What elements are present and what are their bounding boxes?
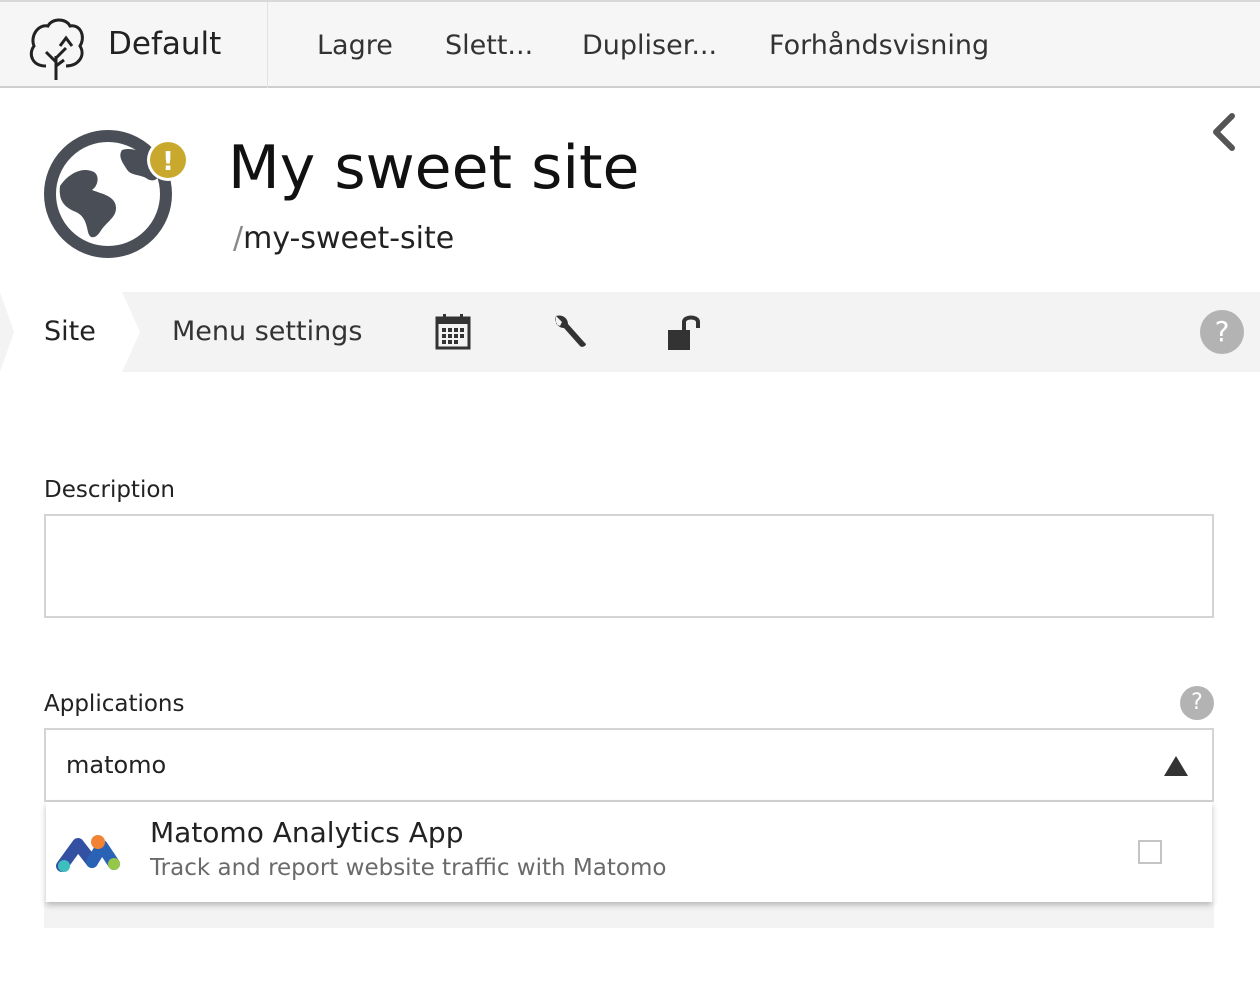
list-item[interactable]: Matomo Analytics App Track and report we… bbox=[46, 802, 1212, 902]
page-title: My sweet site bbox=[228, 133, 640, 203]
path-prefix: / bbox=[233, 221, 244, 256]
delete-button[interactable]: Slett... bbox=[445, 26, 533, 66]
tab-site-label: Site bbox=[44, 316, 96, 347]
dropdown-toggle-icon[interactable] bbox=[1164, 756, 1188, 776]
tree-logo-icon bbox=[29, 18, 84, 80]
duplicate-button[interactable]: Dupliser... bbox=[582, 26, 717, 66]
dropdown-shadow-strip bbox=[44, 902, 1214, 928]
tab-menu-settings[interactable]: Menu settings bbox=[172, 312, 362, 352]
site-globe-icon: ! bbox=[42, 128, 190, 260]
save-button[interactable]: Lagre bbox=[317, 26, 393, 66]
description-field[interactable] bbox=[44, 514, 1214, 618]
path-slug: my-sweet-site bbox=[243, 221, 455, 256]
warning-badge: ! bbox=[162, 147, 174, 177]
home-button[interactable]: Default bbox=[0, 2, 268, 88]
preview-button[interactable]: Forhåndsvisning bbox=[769, 26, 989, 66]
page-path: /my-sweet-site bbox=[233, 218, 454, 260]
applications-label: Applications bbox=[44, 691, 185, 717]
applications-search-input[interactable]: matomo bbox=[44, 728, 1214, 802]
top-toolbar: Default Lagre Slett... Dupliser... Forhå… bbox=[0, 0, 1260, 88]
tab-site[interactable]: Site bbox=[0, 292, 140, 372]
wrench-icon[interactable] bbox=[550, 312, 590, 352]
app-description: Track and report website traffic with Ma… bbox=[150, 855, 667, 881]
search-value: matomo bbox=[66, 751, 167, 779]
app-select-checkbox[interactable] bbox=[1138, 840, 1162, 864]
unlock-icon[interactable] bbox=[666, 312, 706, 352]
matomo-logo-icon bbox=[56, 835, 120, 872]
description-label: Description bbox=[44, 477, 175, 503]
calendar-icon[interactable] bbox=[433, 312, 473, 352]
tab-help-icon[interactable]: ? bbox=[1200, 310, 1244, 354]
chevron-left-icon[interactable] bbox=[1206, 112, 1242, 152]
applications-help-icon[interactable]: ? bbox=[1180, 686, 1214, 720]
site-root-title: Default bbox=[108, 26, 222, 62]
tab-bar: Site Menu settings ? bbox=[0, 292, 1260, 372]
app-name: Matomo Analytics App bbox=[150, 816, 464, 849]
applications-dropdown: Matomo Analytics App Track and report we… bbox=[46, 802, 1212, 902]
